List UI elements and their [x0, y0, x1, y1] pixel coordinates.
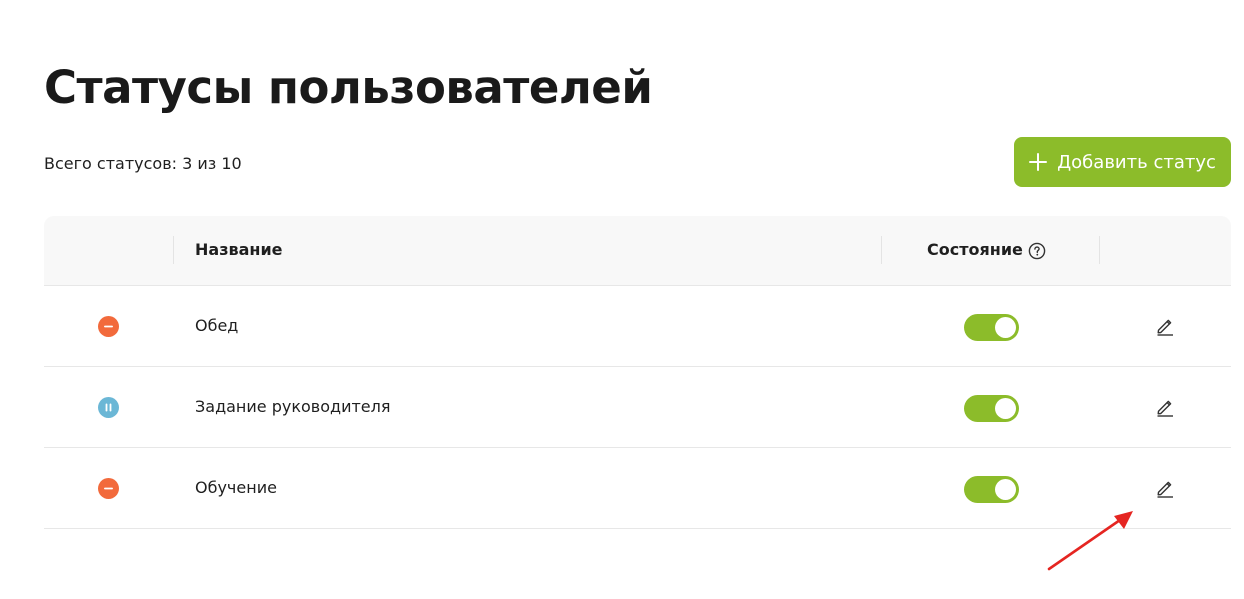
- add-status-button[interactable]: Добавить статус: [1014, 137, 1231, 187]
- status-toggle[interactable]: [964, 314, 1019, 341]
- toggle-knob: [995, 317, 1016, 338]
- column-divider: [881, 236, 882, 264]
- status-name: Обед: [195, 316, 239, 335]
- column-header-name: Название: [195, 240, 283, 259]
- statuses-table: Название Состояние Обед Задание руководи…: [44, 216, 1231, 529]
- table-header: Название Состояние: [44, 216, 1231, 286]
- status-name: Задание руководителя: [195, 397, 391, 416]
- minus-circle-icon: [98, 478, 119, 499]
- table-row: Задание руководителя: [44, 367, 1231, 448]
- status-toggle[interactable]: [964, 476, 1019, 503]
- toggle-knob: [995, 398, 1016, 419]
- edit-pencil-icon[interactable]: [1155, 397, 1175, 417]
- plus-icon: [1029, 153, 1048, 171]
- toggle-knob: [995, 479, 1016, 500]
- status-name: Обучение: [195, 478, 277, 497]
- column-divider: [1099, 236, 1100, 264]
- table-row: Обед: [44, 286, 1231, 367]
- table-row: Обучение: [44, 448, 1231, 529]
- edit-pencil-icon[interactable]: [1155, 478, 1175, 498]
- minus-circle-icon: [98, 316, 119, 337]
- status-count: Всего статусов: 3 из 10: [44, 154, 242, 173]
- column-divider: [173, 236, 174, 264]
- pause-circle-icon: [98, 397, 119, 418]
- page-title: Статусы пользователей: [44, 61, 653, 114]
- question-circle-icon[interactable]: [1028, 242, 1046, 260]
- edit-pencil-icon[interactable]: [1155, 316, 1175, 336]
- column-header-state: Состояние: [927, 240, 1023, 259]
- add-status-button-label: Добавить статус: [1057, 151, 1216, 173]
- status-toggle[interactable]: [964, 395, 1019, 422]
